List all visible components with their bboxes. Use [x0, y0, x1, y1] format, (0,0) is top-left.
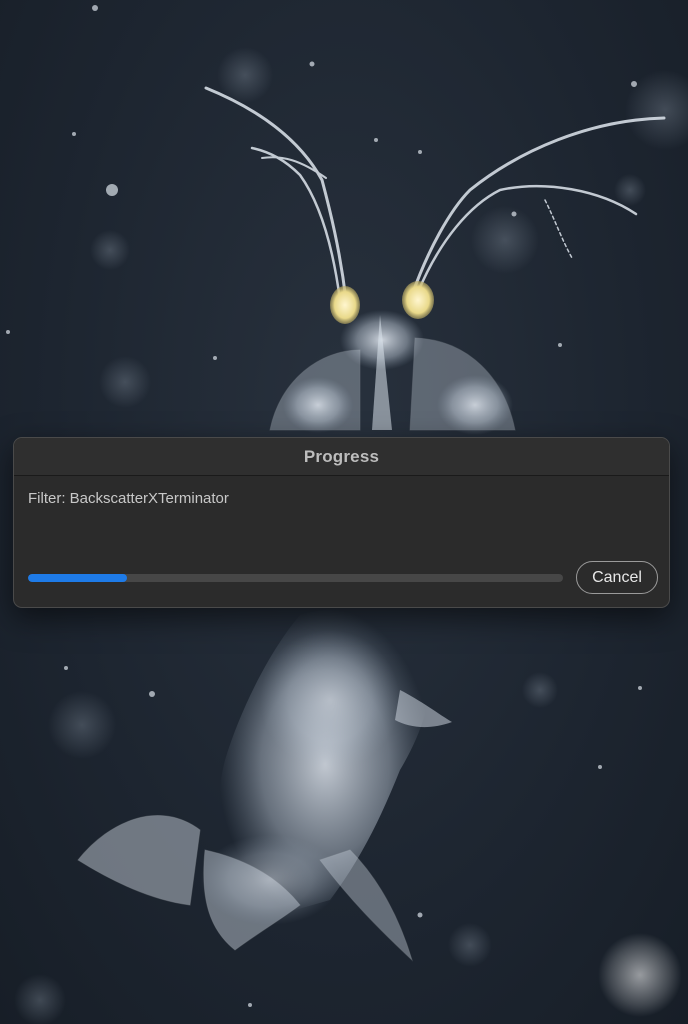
shrimp-eye-left: [330, 286, 360, 324]
bokeh-orb: [598, 933, 682, 1017]
shrimp-eye-right: [402, 281, 434, 319]
desktop-background: Progress Filter: BackscatterXTerminator …: [0, 0, 688, 1024]
status-text: Filter: BackscatterXTerminator: [28, 490, 229, 507]
shrimp-antennae: [204, 86, 666, 302]
progress-bar: [28, 574, 563, 582]
progress-dialog: Progress Filter: BackscatterXTerminator …: [13, 437, 670, 608]
progress-bar-fill: [28, 574, 127, 582]
dialog-title: Progress: [303, 446, 380, 466]
dialog-titlebar[interactable]: Progress: [14, 438, 669, 476]
cancel-button[interactable]: Cancel: [576, 561, 658, 594]
